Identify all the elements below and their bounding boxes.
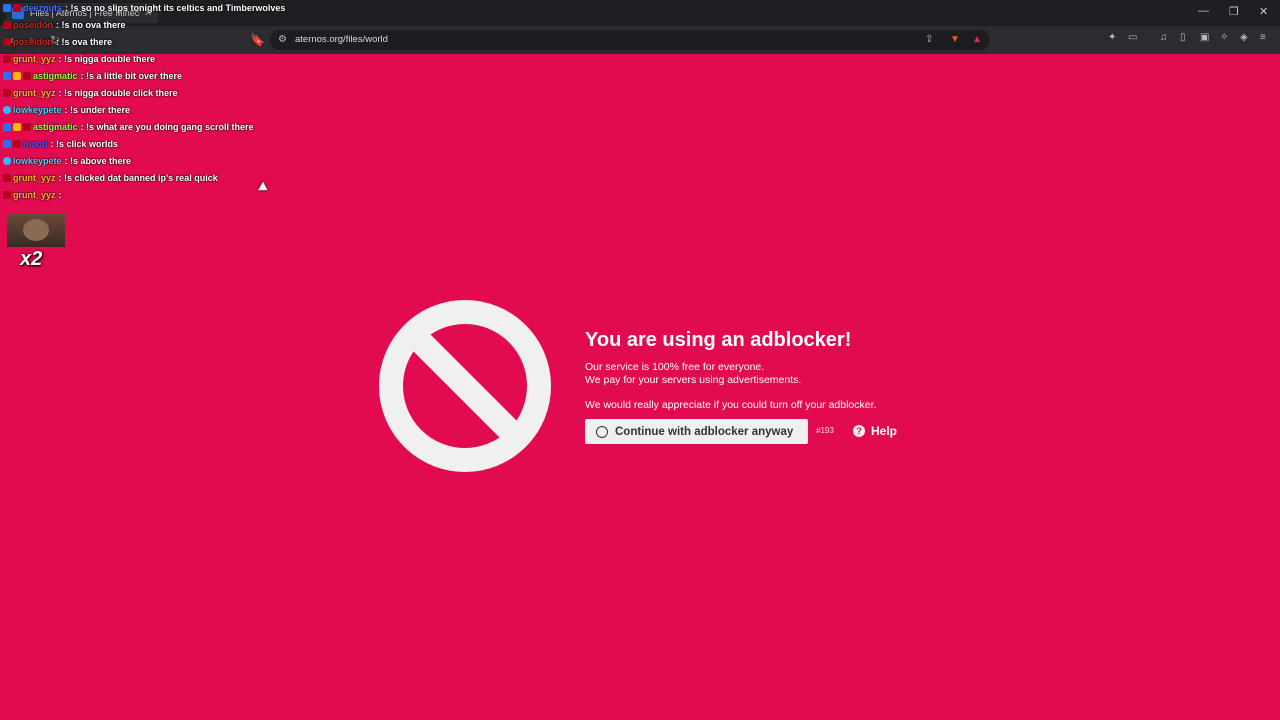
chat-badge-icon: [13, 123, 21, 131]
chat-text: : !s under there: [64, 105, 131, 115]
chat-username: grunt_yyz: [13, 88, 56, 98]
continue-label: Continue with adblocker anyway: [615, 425, 794, 438]
chat-username: lowkeypete: [13, 105, 62, 115]
media-icon[interactable]: ♫: [1160, 32, 1172, 44]
chat-message: deeznuts: !s so no slips tonight its cel…: [3, 3, 285, 13]
chat-username: deeznuts: [23, 3, 63, 13]
chat-message: lowkeypete : !s above there: [3, 156, 131, 166]
maximize-icon[interactable]: ❐: [1229, 5, 1239, 18]
extensions-icon[interactable]: ✦: [1108, 32, 1120, 44]
adblock-text-free: Our service is 100% free for everyone.: [585, 361, 765, 373]
address-bar[interactable]: ⚙ aternos.org/files/world ⇪ ▼ ▲: [270, 30, 990, 50]
chat-badge-icon: [13, 140, 21, 148]
vpn-icon[interactable]: ◈: [1240, 32, 1252, 44]
menu-icon[interactable]: ≡: [1260, 32, 1272, 44]
chat-text: : !s above there: [64, 156, 132, 166]
chat-badge-icon: [3, 157, 11, 165]
help-icon: ?: [853, 425, 865, 437]
chat-message: astigmatic : !s what are you doing gang …: [3, 122, 254, 132]
share-icon[interactable]: ⇪: [925, 34, 933, 45]
chat-username: grunt_yyz: [13, 173, 56, 183]
chat-message: lowkeypete : !s under there: [3, 105, 130, 115]
continue-with-adblocker-button[interactable]: Continue with adblocker anyway: [585, 419, 808, 444]
chat-message: grunt_yyz : !s nigga double click there: [3, 88, 178, 98]
chat-username: poseidon: [13, 37, 53, 47]
chat-username: poseidon: [13, 20, 53, 30]
minimize-icon[interactable]: —: [1198, 5, 1209, 17]
adblock-code: #193: [816, 426, 834, 435]
emote-image: [7, 213, 65, 247]
chat-text: : !s ova there: [56, 37, 113, 47]
chat-badge-icon: [3, 89, 11, 97]
chat-username: grunt_yyz: [13, 54, 56, 64]
chat-badge-icon: [3, 140, 11, 148]
chat-badge-icon: [13, 4, 21, 12]
chat-message: astigmatic : !s a little bit over there: [3, 71, 182, 81]
chat-message: grunt_yyz : !s clicked dat banned ip's r…: [3, 173, 218, 183]
site-info-icon[interactable]: ⚙: [278, 34, 287, 45]
chat-badge-icon: [23, 72, 31, 80]
chat-text: :: [58, 190, 62, 200]
chat-text: : !s a little bit over there: [80, 71, 183, 81]
adblock-text-request: We would really appreciate if you could …: [585, 399, 877, 411]
chat-badge-icon: [23, 123, 31, 131]
chat-username: astigmatic: [33, 71, 78, 81]
bookmark-icon[interactable]: 🔖: [250, 33, 265, 47]
chat-text: : !s clicked dat banned ip's real quick: [58, 173, 218, 183]
chat-badge-icon: [13, 72, 21, 80]
chat-badge-icon: [3, 72, 11, 80]
chat-text: : !s click worlds: [50, 139, 119, 149]
chat-text: : !s nigga double there: [58, 54, 156, 64]
adblock-text-ads: We pay for your servers using advertisem…: [585, 374, 802, 386]
wallet-icon[interactable]: ▭: [1128, 32, 1140, 44]
chat-text: : !s what are you doing gang scroll ther…: [80, 122, 254, 132]
prohibited-icon: [379, 300, 551, 472]
chat-badge-icon: [3, 106, 11, 114]
chat-badge-icon: [3, 21, 11, 29]
chat-message: grunt_yyz : !s nigga double there: [3, 54, 155, 64]
chat-text: : !s so no slips tonight its celtics and…: [65, 3, 286, 13]
adblock-title: You are using an adblocker!: [585, 329, 852, 351]
chat-username: lowkeypete: [13, 156, 62, 166]
chat-text: : !s nigga double click there: [58, 88, 178, 98]
brave-shield-icon[interactable]: ▼: [950, 34, 960, 45]
chat-message: grunt_yyz :: [3, 190, 62, 200]
chat-username: grunt_yyz: [13, 190, 56, 200]
chat-badge-icon: [3, 38, 11, 46]
mouse-cursor-icon: [258, 181, 270, 195]
help-link[interactable]: ? Help: [853, 424, 897, 438]
chat-username: mood: [23, 139, 48, 149]
chat-badge-icon: [3, 191, 11, 199]
browser-toolbar: ‹ › ↻ 🔖 ⚙ aternos.org/files/world ⇪ ▼ ▲ …: [0, 26, 1280, 54]
chat-badge-icon: [3, 4, 11, 12]
smiley-icon: [596, 425, 608, 438]
chat-message: poseidon: !s no ova there: [3, 20, 126, 30]
sidebar-icon[interactable]: ▯: [1180, 32, 1192, 44]
chat-badge-icon: [3, 174, 11, 182]
url-text: aternos.org/files/world: [295, 34, 388, 45]
tab-icon[interactable]: ▣: [1200, 32, 1212, 44]
chat-badge-icon: [3, 123, 11, 131]
emote-multiplier: x2: [20, 248, 43, 270]
window-close-icon[interactable]: ✕: [1259, 5, 1268, 18]
chat-text: : !s no ova there: [56, 20, 126, 30]
chat-message: poseidon: !s ova there: [3, 37, 112, 47]
help-label: Help: [871, 424, 898, 438]
chat-message: mood : !s click worlds: [3, 139, 118, 149]
chat-badge-icon: [3, 55, 11, 63]
brave-rewards-icon[interactable]: ▲: [972, 34, 982, 45]
leo-ai-icon[interactable]: ✧: [1220, 32, 1232, 44]
chat-username: astigmatic: [33, 122, 78, 132]
